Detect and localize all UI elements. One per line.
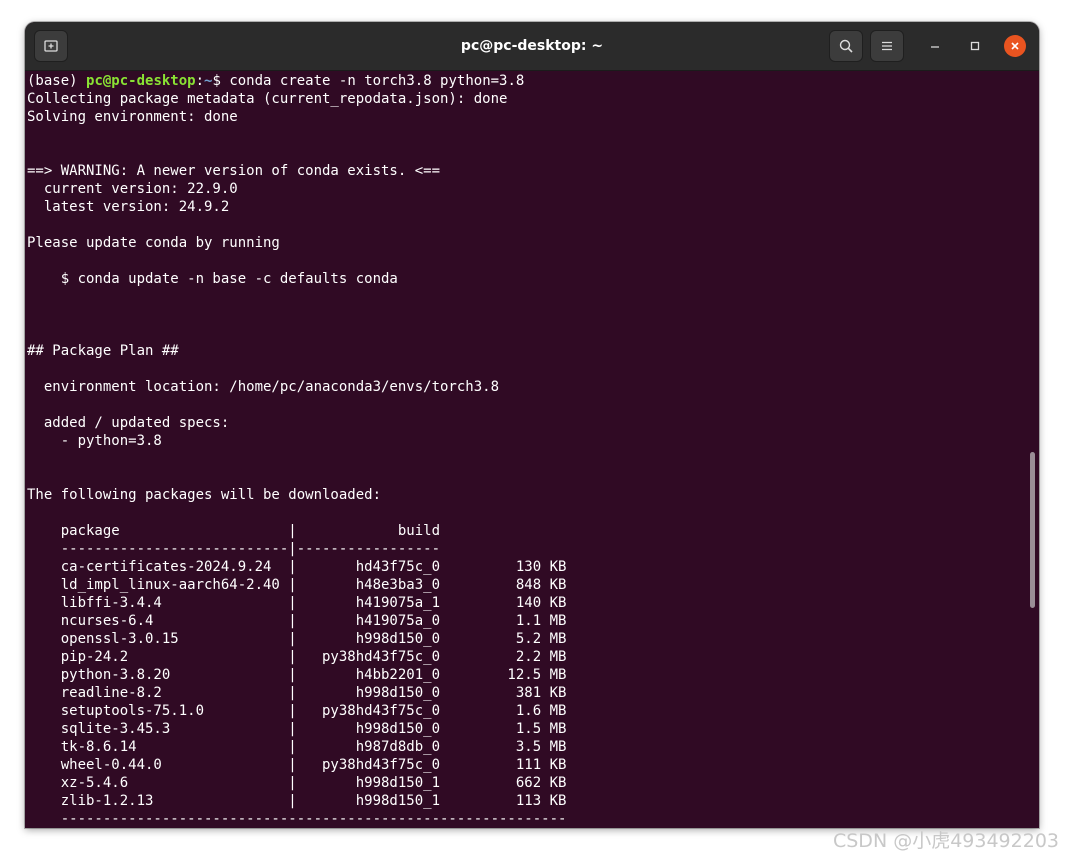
menu-button[interactable]: [870, 30, 904, 62]
terminal-output-line: package | build: [27, 523, 441, 539]
terminal-output-line: libffi-3.4.4 | h419075a_1 140 KB: [27, 595, 567, 611]
search-button[interactable]: [829, 30, 863, 62]
terminal-output-line: openssl-3.0.15 | h998d150_0 5.2 MB: [27, 631, 567, 647]
minimize-icon: [931, 46, 939, 48]
terminal-output-line: tk-8.6.14 | h987d8db_0 3.5 MB: [27, 739, 567, 755]
maximize-button[interactable]: [964, 35, 986, 57]
terminal-output-line: readline-8.2 | h998d150_0 381 KB: [27, 685, 567, 701]
terminal-output-line: Collecting package metadata (current_rep…: [27, 91, 508, 107]
terminal-output-line: ---------------------------|------------…: [27, 541, 441, 557]
terminal-output-line: current version: 22.9.0: [27, 181, 238, 197]
terminal-output[interactable]: (base) pc@pc-desktop:~$ conda create -n …: [25, 71, 1039, 828]
terminal-output-line: zlib-1.2.13 | h998d150_1 113 KB: [27, 793, 567, 809]
terminal-scrollbar[interactable]: [1030, 452, 1035, 608]
terminal-output-line: latest version: 24.9.2: [27, 199, 230, 215]
terminal-output-line: setuptools-75.1.0 | py38hd43f75c_0 1.6 M…: [27, 703, 567, 719]
terminal-output-line: python-3.8.20 | h4bb2201_0 12.5 MB: [27, 667, 567, 683]
terminal-window: pc@pc-desktop: ~ (base) pc@pc-desktop:~$…: [25, 22, 1039, 828]
terminal-output-line: ## Package Plan ##: [27, 343, 179, 359]
terminal-output-line: Solving environment: done: [27, 109, 238, 125]
title-bar: pc@pc-desktop: ~: [25, 22, 1039, 71]
prompt-env: (base): [27, 73, 87, 89]
prompt-separator: :: [195, 73, 205, 89]
terminal-output-line: sqlite-3.45.3 | h998d150_0 1.5 MB: [27, 721, 567, 737]
terminal-output-line: Please update conda by running: [27, 235, 280, 251]
terminal-output-line: added / updated specs:: [27, 415, 230, 431]
terminal-output-line: $ conda update -n base -c defaults conda: [27, 271, 398, 287]
terminal-output-line: ncurses-6.4 | h419075a_0 1.1 MB: [27, 613, 567, 629]
prompt-command: conda create -n torch3.8 python=3.8: [229, 73, 525, 89]
terminal-output-line: The following packages will be downloade…: [27, 487, 382, 503]
terminal-output-line: - python=3.8: [27, 433, 162, 449]
terminal-output-line: ==> WARNING: A newer version of conda ex…: [27, 163, 441, 179]
terminal-output-line: xz-5.4.6 | h998d150_1 662 KB: [27, 775, 567, 791]
prompt-user-host: pc@pc-desktop: [86, 73, 196, 89]
prompt-symbol: $: [212, 73, 230, 89]
terminal-output-line: pip-24.2 | py38hd43f75c_0 2.2 MB: [27, 649, 567, 665]
terminal-output-line: ca-certificates-2024.9.24 | hd43f75c_0 1…: [27, 559, 567, 575]
search-icon: [839, 39, 853, 53]
close-button[interactable]: [1004, 35, 1026, 57]
hamburger-menu-icon: [882, 41, 892, 51]
maximize-icon: [970, 41, 980, 51]
terminal-output-line: wheel-0.44.0 | py38hd43f75c_0 111 KB: [27, 757, 567, 773]
close-icon: [1011, 42, 1019, 50]
command-prompt-line: (base) pc@pc-desktop:~$ conda create -n …: [27, 72, 1039, 90]
terminal-output-line: environment location: /home/pc/anaconda3…: [27, 379, 500, 395]
terminal-output-line: ld_impl_linux-aarch64-2.40 | h48e3ba3_0 …: [27, 577, 567, 593]
watermark: CSDN @小虎493492203: [832, 830, 1059, 852]
minimize-button[interactable]: [924, 35, 946, 57]
